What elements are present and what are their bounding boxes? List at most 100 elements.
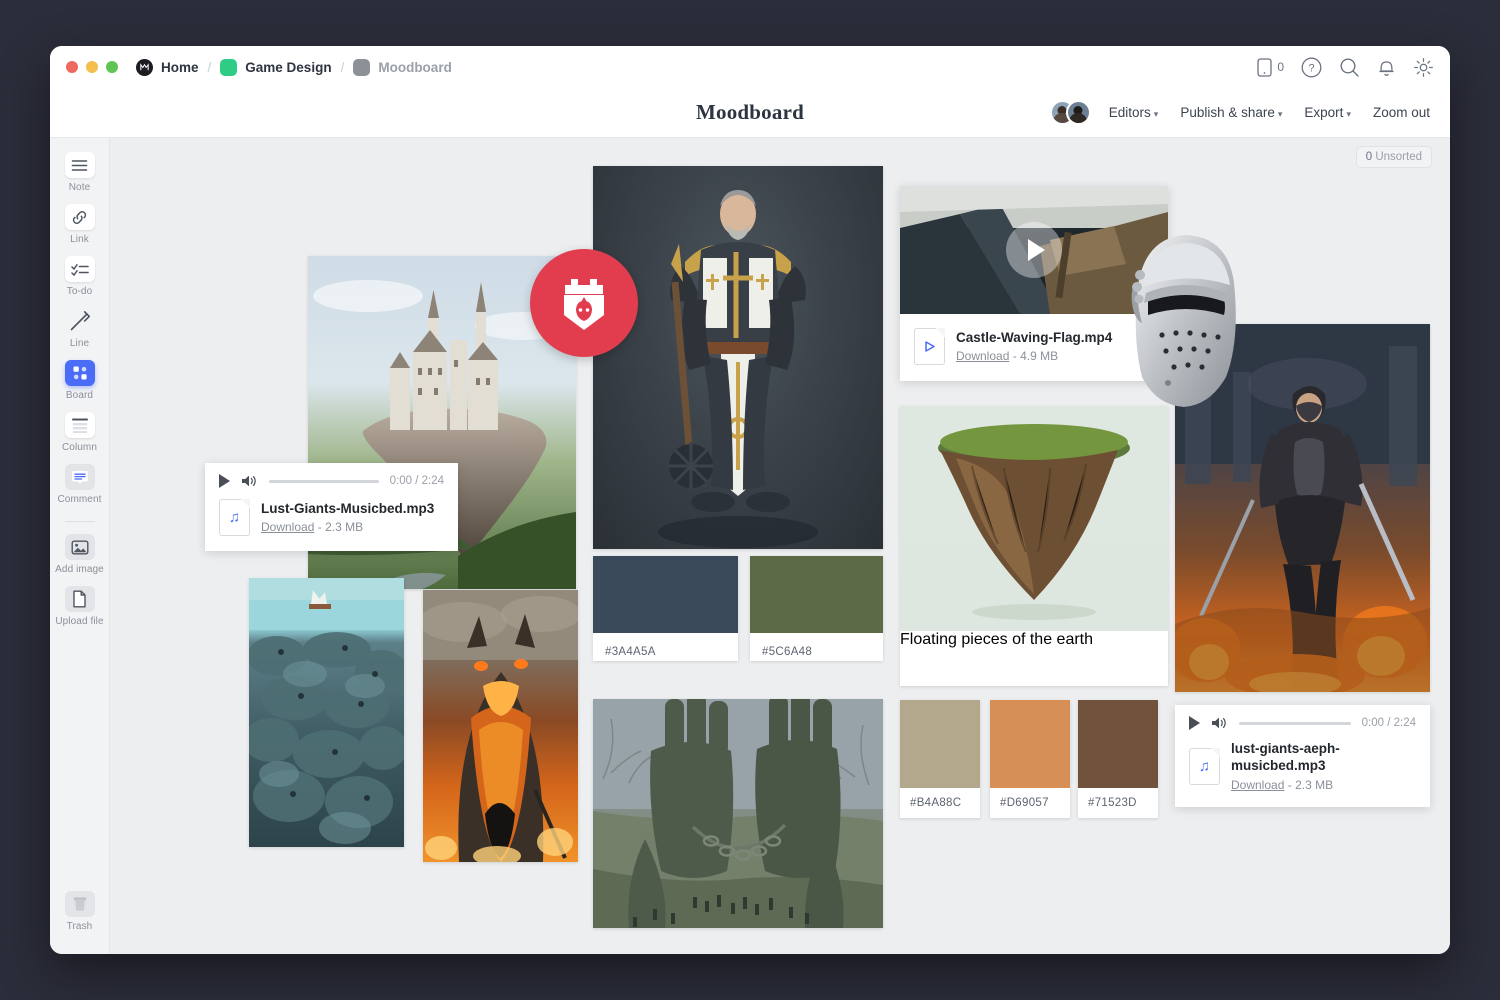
sidebar-item-add-image[interactable]: Add image — [53, 534, 107, 575]
sidebar-item-label: Link — [70, 234, 89, 245]
audio-seek-bar[interactable] — [1239, 722, 1351, 725]
audio-file-meta: Download - 2.3 MB — [261, 520, 434, 534]
sidebar-item-todo[interactable]: To-do — [53, 256, 107, 297]
board-canvas[interactable]: 0 Unsorted — [110, 138, 1450, 954]
sidebar-item-label: To-do — [67, 286, 93, 297]
swatch-color — [593, 556, 738, 633]
swatch-color — [750, 556, 883, 633]
swatch-hex-label: #3A4A5A — [593, 633, 738, 661]
fire-demon-image[interactable] — [423, 590, 578, 862]
gear-icon[interactable] — [1413, 57, 1434, 78]
castle-crest-sticker[interactable] — [530, 249, 638, 357]
editor-avatars[interactable] — [1050, 100, 1091, 125]
swatch-color — [990, 700, 1070, 788]
search-icon[interactable] — [1339, 57, 1360, 78]
breadcrumb-item-game-design[interactable]: Game Design — [220, 59, 331, 76]
swatch-hex-label: #D69057 — [990, 788, 1070, 818]
breadcrumb-label: Game Design — [245, 60, 331, 75]
sidebar-item-note[interactable]: Note — [53, 152, 107, 193]
sidebar-item-comment[interactable]: Comment — [53, 464, 107, 505]
breadcrumb-label: Moodboard — [378, 60, 452, 75]
video-file-meta: Download - 4.9 MB — [956, 349, 1112, 363]
title-bar: Home / Game Design / Moodboard 0 — [50, 46, 1450, 88]
maximize-window-button[interactable] — [106, 61, 118, 73]
sidebar-item-label: Comment — [57, 494, 101, 505]
sidebar-item-line[interactable]: Line — [53, 308, 107, 349]
add-image-icon — [65, 534, 95, 560]
paladin-knight-image[interactable] — [593, 166, 883, 549]
music-note-icon: ♫ — [219, 499, 250, 536]
music-note-icon: ♫ — [1189, 748, 1220, 785]
audio-file-info: ♫ lust-giants-aeph-musicbed.mp3 Download… — [1175, 737, 1430, 807]
knight-helmet-image[interactable] — [1118, 223, 1250, 418]
video-filename: Castle-Waving-Flag.mp4 — [956, 330, 1112, 347]
breadcrumb-item-home[interactable]: Home — [136, 59, 199, 76]
sidebar-item-column[interactable]: Column — [53, 412, 107, 453]
help-icon[interactable]: ? — [1301, 57, 1322, 78]
minimize-window-button[interactable] — [86, 61, 98, 73]
mobile-app-button[interactable]: 0 — [1257, 58, 1284, 77]
board-actions: Editors▾ Publish & share▾ Export▾ Zoom o… — [1050, 100, 1430, 125]
trash-label: Trash — [67, 921, 93, 932]
floating-earth-card[interactable]: Floating pieces of the earth — [900, 406, 1168, 686]
audio-card-right[interactable]: 0:00 / 2:24 ♫ lust-giants-aeph-musicbed.… — [1175, 705, 1430, 807]
avatar — [1066, 100, 1091, 125]
audio-seek-bar[interactable] — [269, 480, 379, 483]
breadcrumb-item-moodboard[interactable]: Moodboard — [353, 59, 452, 76]
sidebar-item-board[interactable]: Board — [53, 360, 107, 401]
floating-earth-image — [900, 406, 1168, 631]
audio-file-size: 2.3 MB — [325, 520, 363, 534]
unsorted-label: Unsorted — [1375, 151, 1422, 163]
color-swatch-card[interactable]: #B4A88C — [900, 700, 980, 818]
app-window: Home / Game Design / Moodboard 0 — [50, 46, 1450, 954]
video-play-overlay-button[interactable] — [1006, 222, 1062, 278]
sidebar-item-label: Upload file — [55, 616, 103, 627]
editors-menu-button[interactable]: Editors▾ — [1109, 105, 1159, 120]
sidebar-item-label: Column — [62, 442, 97, 453]
download-link[interactable]: Download — [1231, 778, 1284, 792]
color-swatch-card[interactable]: #5C6A48 — [750, 556, 883, 661]
audio-filename: Lust-Giants-Musicbed.mp3 — [261, 501, 434, 518]
download-link[interactable]: Download — [956, 349, 1009, 363]
export-menu-button[interactable]: Export▾ — [1304, 105, 1351, 120]
trash-button[interactable]: Trash — [53, 891, 107, 932]
play-button[interactable] — [219, 474, 230, 488]
video-file-size: 4.9 MB — [1020, 349, 1058, 363]
zoom-out-button[interactable]: Zoom out — [1373, 105, 1430, 120]
giant-stone-hands-image[interactable] — [593, 699, 883, 928]
volume-icon[interactable] — [1211, 716, 1228, 730]
video-play-icon — [914, 328, 945, 365]
sidebar-item-upload-file[interactable]: Upload file — [53, 586, 107, 627]
color-swatch-card[interactable]: #3A4A5A — [593, 556, 738, 661]
column-icon — [65, 412, 95, 438]
trash-icon — [65, 891, 95, 917]
unsorted-count: 0 — [1366, 151, 1372, 163]
sea-creatures-image[interactable] — [249, 578, 404, 847]
volume-icon[interactable] — [241, 474, 258, 488]
todo-icon — [65, 256, 95, 282]
line-arrow-icon — [65, 308, 95, 334]
play-button[interactable] — [1189, 716, 1200, 730]
note-icon — [65, 152, 95, 178]
window-controls[interactable] — [66, 61, 118, 73]
milanote-logo-icon — [136, 59, 153, 76]
bell-icon[interactable] — [1377, 57, 1396, 78]
audio-player-controls[interactable]: 0:00 / 2:24 — [1175, 705, 1430, 737]
color-swatch-card[interactable]: #71523D — [1078, 700, 1158, 818]
grey-board-icon — [353, 59, 370, 76]
svg-text:?: ? — [1308, 62, 1314, 74]
audio-file-size: 2.3 MB — [1295, 778, 1333, 792]
audio-card-left[interactable]: 0:00 / 2:24 ♫ Lust-Giants-Musicbed.mp3 D… — [205, 463, 458, 551]
close-window-button[interactable] — [66, 61, 78, 73]
audio-player-controls[interactable]: 0:00 / 2:24 — [205, 463, 458, 495]
publish-share-menu-button[interactable]: Publish & share▾ — [1180, 105, 1282, 120]
unsorted-badge[interactable]: 0 Unsorted — [1356, 146, 1432, 168]
color-swatch-card[interactable]: #D69057 — [990, 700, 1070, 818]
breadcrumb-separator: / — [208, 60, 212, 75]
sidebar-item-link[interactable]: Link — [53, 204, 107, 245]
sidebar-item-label: Note — [69, 182, 91, 193]
top-icon-bar: 0 ? — [1257, 57, 1434, 78]
sidebar-divider — [65, 521, 95, 522]
breadcrumb-label: Home — [161, 60, 199, 75]
download-link[interactable]: Download — [261, 520, 314, 534]
